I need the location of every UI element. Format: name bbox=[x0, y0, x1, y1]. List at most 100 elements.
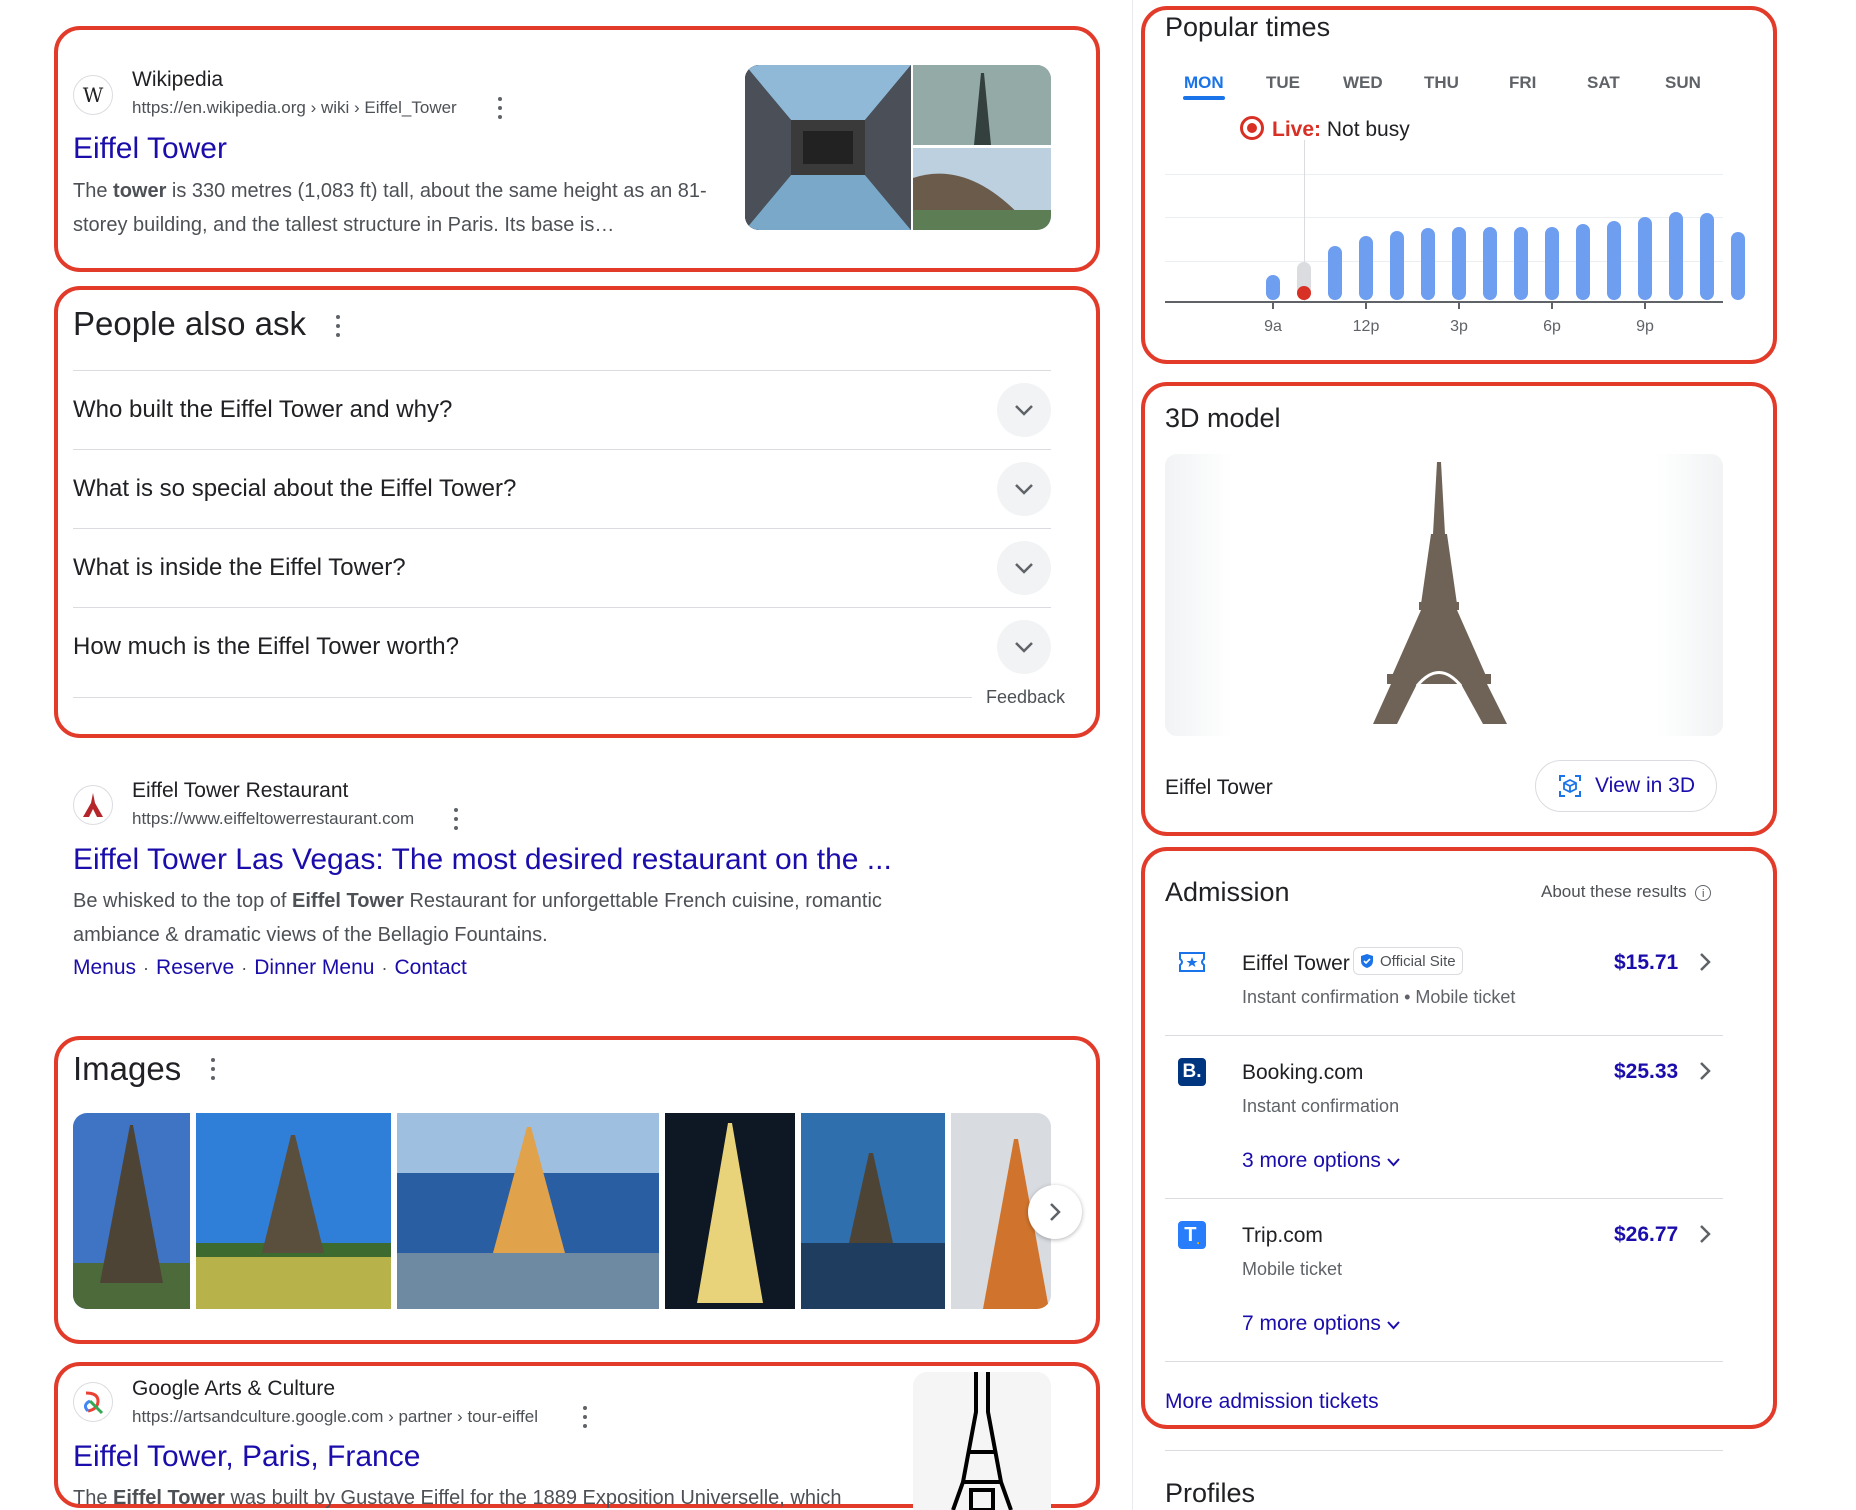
offer-vendor[interactable]: Booking.com bbox=[1242, 1061, 1363, 1085]
paa-question[interactable]: Who built the Eiffel Tower and why? bbox=[73, 396, 452, 424]
popular-times-bar[interactable] bbox=[1545, 227, 1559, 300]
highlight-box-admission bbox=[1141, 847, 1777, 1429]
result-url: https://artsandculture.google.com › part… bbox=[132, 1407, 538, 1426]
offer-price[interactable]: $26.77 bbox=[1614, 1223, 1678, 1247]
more-admission-tickets-link[interactable]: More admission tickets bbox=[1165, 1390, 1379, 1414]
wikipedia-thumbnail-main[interactable] bbox=[745, 65, 911, 230]
offer-details: Instant confirmation • Mobile ticket bbox=[1242, 987, 1516, 1007]
sitelink-contact[interactable]: Contact bbox=[394, 956, 466, 979]
paa-question[interactable]: What is inside the Eiffel Tower? bbox=[73, 554, 406, 582]
popular-times-bar[interactable] bbox=[1328, 246, 1342, 300]
popular-times-bar[interactable] bbox=[1390, 231, 1404, 300]
result-snippet: The Eiffel Tower was built by Gustave Ei… bbox=[73, 1487, 842, 1509]
more-options-link[interactable]: 3 more options bbox=[1242, 1149, 1400, 1173]
3d-model-viewer[interactable] bbox=[1165, 454, 1723, 736]
popular-times-bar[interactable] bbox=[1700, 213, 1714, 300]
about-these-results[interactable]: About these results i bbox=[1541, 882, 1712, 902]
view-in-3d-label: View in 3D bbox=[1595, 774, 1695, 797]
result-site-name: Eiffel Tower Restaurant bbox=[132, 779, 349, 802]
popular-times-bar[interactable] bbox=[1607, 221, 1621, 300]
offer-price[interactable]: $25.33 bbox=[1614, 1060, 1678, 1084]
chevron-down-icon[interactable] bbox=[997, 383, 1051, 437]
chart-tick-mark bbox=[1272, 303, 1274, 309]
popular-times-bar[interactable] bbox=[1452, 227, 1466, 300]
result-url: https://www.eiffeltowerrestaurant.com bbox=[132, 809, 415, 828]
day-tab-fri[interactable]: FRI bbox=[1509, 73, 1536, 93]
divider bbox=[73, 449, 1051, 450]
more-options-icon[interactable] bbox=[582, 1406, 588, 1428]
chevron-right-icon[interactable] bbox=[1699, 1061, 1711, 1086]
chevron-down-icon[interactable] bbox=[997, 462, 1051, 516]
paa-question[interactable]: How much is the Eiffel Tower worth? bbox=[73, 633, 459, 661]
wikipedia-thumbnail-top[interactable] bbox=[913, 65, 1051, 145]
images-heading: Images bbox=[73, 1050, 182, 1087]
popular-times-bar[interactable] bbox=[1421, 228, 1435, 300]
trip-logo-icon: T. bbox=[1178, 1221, 1206, 1249]
chart-baseline bbox=[1165, 301, 1723, 303]
3d-model-heading: 3D model bbox=[1165, 403, 1281, 433]
chart-tick-label: 3p bbox=[1450, 318, 1468, 335]
popular-times-bar[interactable] bbox=[1266, 275, 1280, 300]
feedback-link[interactable]: Feedback bbox=[972, 687, 1066, 708]
popular-times-bar[interactable] bbox=[1576, 224, 1590, 300]
sitelink-dinner-menu[interactable]: Dinner Menu bbox=[254, 956, 374, 979]
images-more-options-icon[interactable] bbox=[210, 1058, 216, 1080]
chart-tick-label: 9p bbox=[1636, 318, 1654, 335]
result-snippet: Be whisked to the top of Eiffel Tower Re… bbox=[73, 890, 882, 946]
result-title-link[interactable]: Eiffel Tower bbox=[73, 132, 227, 166]
day-tab-mon[interactable]: MON bbox=[1184, 73, 1224, 93]
images-next-arrow-button[interactable] bbox=[1028, 1185, 1082, 1239]
offer-price[interactable]: $15.71 bbox=[1614, 951, 1678, 975]
chevron-right-icon bbox=[1050, 1203, 1061, 1221]
chevron-right-icon[interactable] bbox=[1699, 952, 1711, 977]
arts-culture-logo-icon bbox=[83, 1391, 104, 1415]
offer-vendor[interactable]: Trip.com bbox=[1242, 1224, 1323, 1248]
offer-vendor[interactable]: Eiffel Tower bbox=[1242, 952, 1350, 976]
popular-times-bar[interactable] bbox=[1669, 212, 1683, 300]
popular-times-bar[interactable] bbox=[1731, 232, 1745, 300]
wikipedia-thumbnail-bottom[interactable] bbox=[913, 148, 1051, 230]
wikipedia-logo-letter: W bbox=[82, 83, 104, 107]
popular-times-bars bbox=[1165, 174, 1745, 300]
result-title-link[interactable]: Eiffel Tower Las Vegas: The most desired… bbox=[73, 843, 892, 877]
popular-times-bar[interactable] bbox=[1483, 227, 1497, 300]
paa-more-options-icon[interactable] bbox=[335, 315, 341, 337]
chart-tick-label: 6p bbox=[1543, 318, 1561, 335]
ticket-icon bbox=[1178, 951, 1206, 978]
popular-times-bar[interactable] bbox=[1514, 227, 1528, 300]
more-options-icon[interactable] bbox=[497, 97, 503, 119]
popular-times-bar[interactable] bbox=[1359, 236, 1373, 300]
day-tab-thu[interactable]: THU bbox=[1424, 73, 1459, 93]
divider bbox=[1165, 1035, 1723, 1036]
chevron-right-icon[interactable] bbox=[1699, 1224, 1711, 1249]
more-options-link[interactable]: 7 more options bbox=[1242, 1312, 1400, 1336]
more-options-icon[interactable] bbox=[453, 808, 459, 830]
paa-question[interactable]: What is so special about the Eiffel Towe… bbox=[73, 475, 516, 503]
chevron-down-icon[interactable] bbox=[997, 620, 1051, 674]
live-indicator-icon bbox=[1240, 116, 1264, 140]
day-tab-sun[interactable]: SUN bbox=[1665, 73, 1701, 93]
live-status: Live: Not busy bbox=[1272, 118, 1410, 142]
day-tab-tue[interactable]: TUE bbox=[1266, 73, 1300, 93]
arts-culture-favicon bbox=[73, 1382, 113, 1422]
arts-thumbnail[interactable] bbox=[913, 1372, 1051, 1510]
image-result-5 bbox=[801, 1113, 945, 1309]
sitelinks: Menus · Reserve · Dinner Menu · Contact bbox=[73, 956, 467, 979]
chart-tick-mark bbox=[1365, 303, 1367, 309]
official-site-badge: Official Site bbox=[1353, 947, 1463, 975]
divider bbox=[1165, 1198, 1723, 1199]
sitelink-menus[interactable]: Menus bbox=[73, 956, 136, 979]
sitelink-reserve[interactable]: Reserve bbox=[156, 956, 234, 979]
wikipedia-favicon: W bbox=[73, 75, 113, 115]
popular-times-heading: Popular times bbox=[1165, 12, 1331, 42]
day-tab-sat[interactable]: SAT bbox=[1587, 73, 1620, 93]
chart-tick-mark bbox=[1551, 303, 1553, 309]
popular-times-bar[interactable] bbox=[1638, 217, 1652, 300]
popular-times-bar[interactable] bbox=[1297, 262, 1311, 300]
result-title-link[interactable]: Eiffel Tower, Paris, France bbox=[73, 1440, 420, 1474]
live-level-dot bbox=[1297, 286, 1311, 300]
chevron-down-icon[interactable] bbox=[997, 541, 1051, 595]
view-in-3d-button[interactable]: View in 3D bbox=[1535, 760, 1717, 812]
chart-tick-label: 12p bbox=[1352, 318, 1380, 335]
day-tab-wed[interactable]: WED bbox=[1343, 73, 1383, 93]
